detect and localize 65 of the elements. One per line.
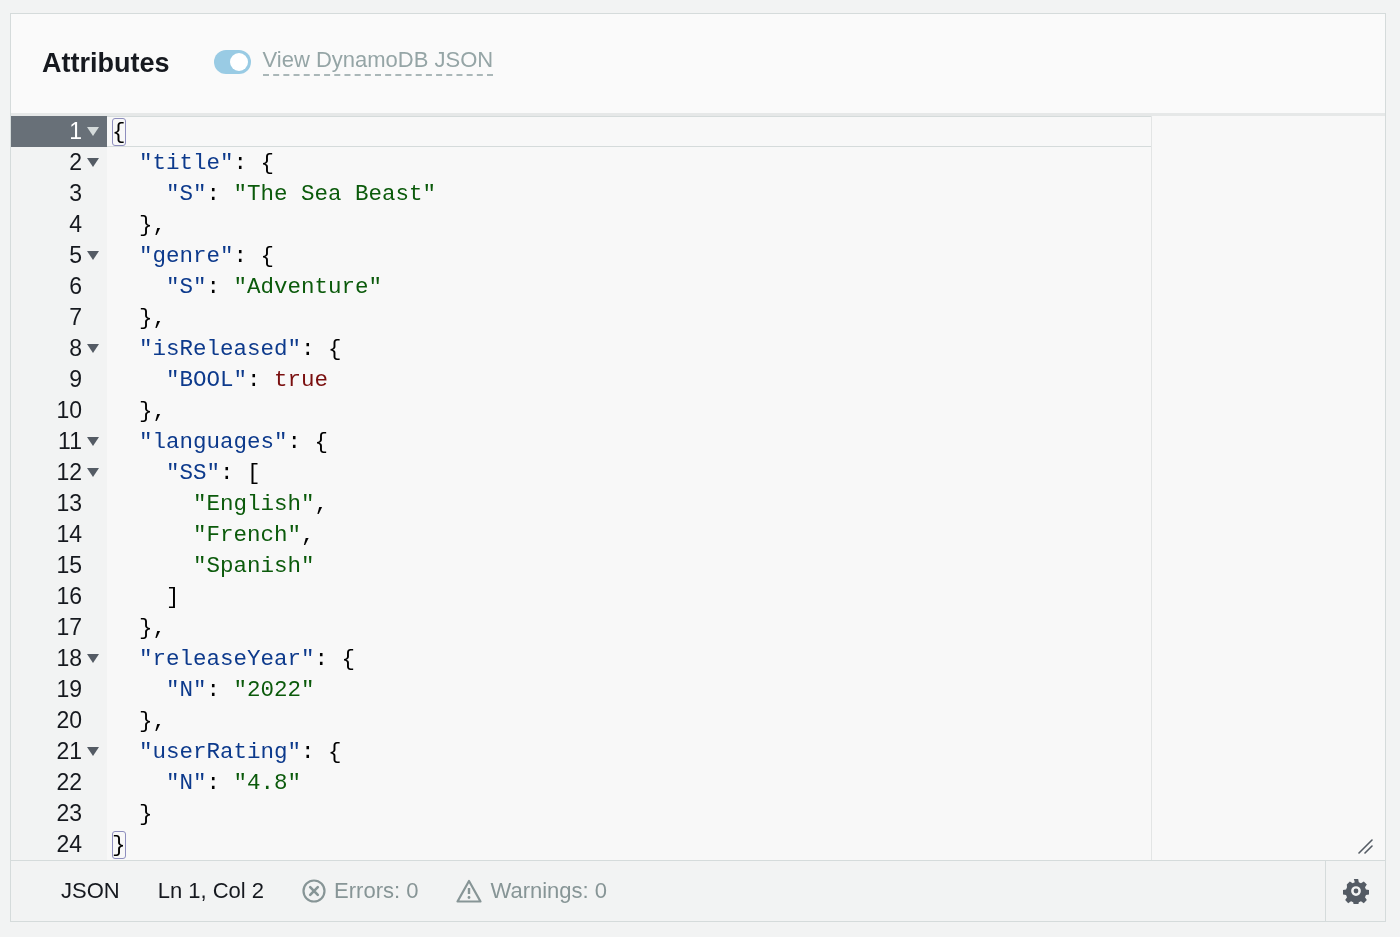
code-line: {	[112, 117, 126, 146]
code-line: },	[139, 613, 166, 642]
line-number: 5	[69, 242, 82, 269]
line-number: 15	[56, 552, 82, 579]
line-number: 19	[56, 676, 82, 703]
code-line: },	[139, 706, 166, 735]
code-line: }	[139, 799, 153, 828]
cursor-position: Ln 1, Col 2	[157, 878, 265, 904]
warning-triangle-icon	[456, 879, 483, 903]
code-line: "S": "The Sea Beast"	[166, 179, 437, 208]
fold-arrow-icon[interactable]	[87, 653, 99, 664]
code-line: "English",	[193, 489, 329, 518]
settings-icon[interactable]	[1342, 878, 1369, 904]
code-line: ]	[166, 582, 180, 611]
code-line: },	[139, 396, 166, 425]
code-line: "languages": {	[139, 427, 329, 456]
line-number: 9	[69, 366, 82, 393]
fold-arrow-icon[interactable]	[87, 250, 99, 261]
line-number: 18	[56, 645, 82, 672]
line-number: 12	[56, 459, 82, 486]
code-line: "S": "Adventure"	[166, 272, 383, 301]
line-number: 11	[58, 428, 82, 455]
code-line: },	[139, 303, 166, 332]
line-number: 2	[69, 149, 82, 176]
line-number: 8	[69, 335, 82, 362]
fold-arrow-icon[interactable]	[87, 436, 99, 447]
fold-arrow-icon[interactable]	[87, 467, 99, 478]
section-title: Attributes	[42, 48, 170, 79]
code-line: }	[112, 830, 126, 859]
fold-arrow-icon[interactable]	[87, 126, 99, 137]
code-line: "genre": {	[139, 241, 275, 270]
code-line: "N": "2022"	[166, 675, 315, 704]
code-line: "SS": [	[166, 458, 261, 487]
code-line: "userRating": {	[139, 737, 342, 766]
language-label: JSON	[61, 878, 120, 904]
line-number: 22	[56, 769, 82, 796]
line-number: 21	[56, 738, 82, 765]
code-line: "title": {	[139, 148, 275, 177]
line-number: 4	[69, 211, 82, 238]
errors-count: Errors: 0	[334, 878, 419, 904]
line-number: 23	[56, 800, 82, 827]
line-number: 20	[56, 707, 82, 734]
line-number: 7	[69, 304, 82, 331]
code-line: "BOOL": true	[166, 365, 329, 394]
code-line: "French",	[193, 520, 315, 549]
fold-arrow-icon[interactable]	[87, 746, 99, 757]
line-number: 1	[69, 118, 82, 145]
line-number: 17	[56, 614, 82, 641]
line-number: 16	[56, 583, 82, 610]
line-number: 24	[56, 831, 82, 858]
fold-arrow-icon[interactable]	[87, 343, 99, 354]
code-line: "isReleased": {	[139, 334, 342, 363]
resize-handle-icon[interactable]	[1357, 838, 1373, 854]
code-line: },	[139, 210, 166, 239]
line-number: 13	[56, 490, 82, 517]
warnings-count: Warnings: 0	[490, 878, 608, 904]
line-number: 3	[69, 180, 82, 207]
fold-arrow-icon[interactable]	[87, 157, 99, 168]
line-number: 10	[56, 397, 82, 424]
code-line: "N": "4.8"	[166, 768, 302, 797]
line-number: 6	[69, 273, 82, 300]
error-circle-icon	[302, 879, 327, 903]
code-line: "Spanish"	[193, 551, 315, 580]
code-line: "releaseYear": {	[139, 644, 356, 673]
line-number: 14	[56, 521, 82, 548]
